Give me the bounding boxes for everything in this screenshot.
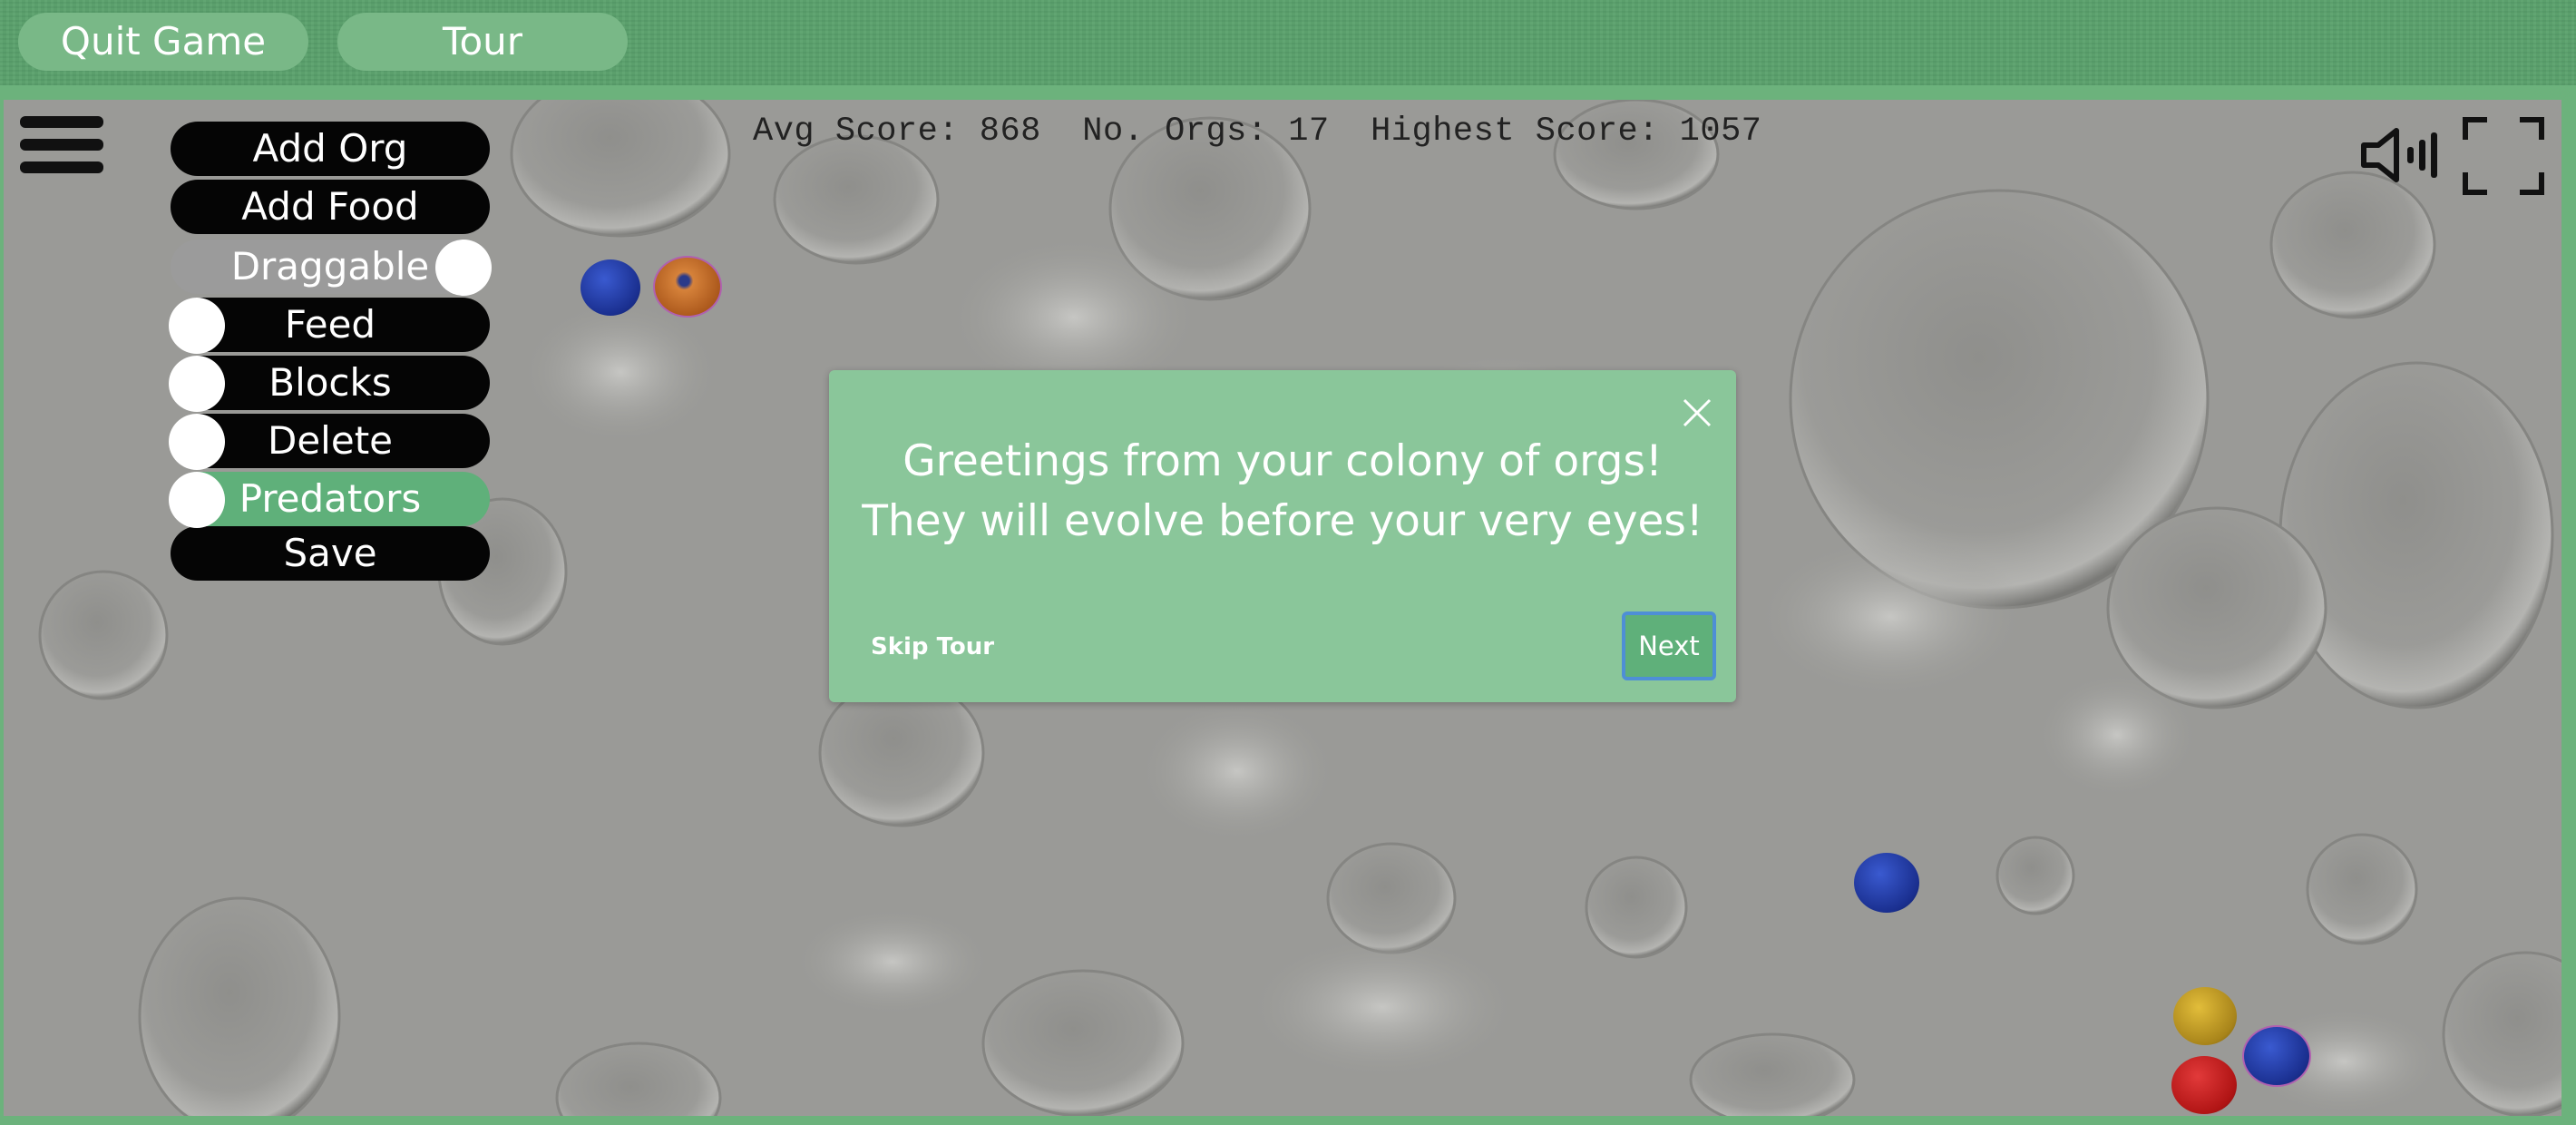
toggle-knob: [169, 356, 225, 412]
delete-toggle[interactable]: Delete: [169, 414, 490, 470]
tour-message-line-2: They will evolve before your very eyes!: [862, 496, 1703, 546]
close-icon[interactable]: [1682, 397, 1712, 428]
add-food-label: Add Food: [241, 184, 419, 229]
skip-tour-link[interactable]: Skip Tour: [871, 633, 994, 660]
toggle-knob: [169, 414, 225, 470]
delete-label: Delete: [268, 418, 393, 463]
org-orange[interactable]: [653, 256, 722, 318]
save-label: Save: [283, 531, 377, 575]
predators-toggle[interactable]: Predators: [169, 472, 490, 528]
quit-game-button[interactable]: Quit Game: [18, 13, 308, 71]
score-stats: Avg Score: 868 No. Orgs: 17 Highest Scor…: [753, 112, 1762, 151]
feed-toggle[interactable]: Feed: [169, 298, 490, 354]
top-bar: Quit Game Tour: [0, 0, 2576, 85]
next-button[interactable]: Next: [1622, 611, 1716, 680]
tour-message-line-1: Greetings from your colony of orgs!: [903, 436, 1663, 486]
predators-label: Predators: [239, 476, 422, 521]
tour-button[interactable]: Tour: [337, 13, 628, 71]
org-yellow[interactable]: [2173, 987, 2237, 1045]
org-red[interactable]: [2171, 1056, 2237, 1114]
toggle-knob: [169, 472, 225, 528]
toggle-knob: [435, 240, 492, 296]
blocks-label: Blocks: [268, 360, 392, 405]
org-blue[interactable]: [2242, 1025, 2311, 1087]
game-area: Add Org Add Food Draggable Feed Blocks D…: [0, 85, 2576, 1125]
tour-message: Greetings from your colony of orgs! They…: [829, 432, 1736, 552]
blocks-toggle[interactable]: Blocks: [169, 356, 490, 412]
add-org-label: Add Org: [252, 126, 408, 171]
hamburger-icon[interactable]: [20, 116, 103, 180]
feed-label: Feed: [284, 302, 376, 347]
org-blue[interactable]: [1854, 853, 1919, 913]
org-blue[interactable]: [581, 259, 640, 316]
draggable-label: Draggable: [230, 244, 430, 289]
toggle-knob: [169, 298, 225, 354]
add-org-button[interactable]: Add Org: [171, 122, 490, 176]
draggable-toggle[interactable]: Draggable: [171, 240, 492, 296]
add-food-button[interactable]: Add Food: [171, 180, 490, 234]
save-button[interactable]: Save: [171, 526, 490, 581]
speaker-icon[interactable]: [2358, 123, 2445, 187]
fullscreen-icon[interactable]: [2462, 116, 2545, 196]
tour-dialog: Greetings from your colony of orgs! They…: [829, 370, 1736, 702]
